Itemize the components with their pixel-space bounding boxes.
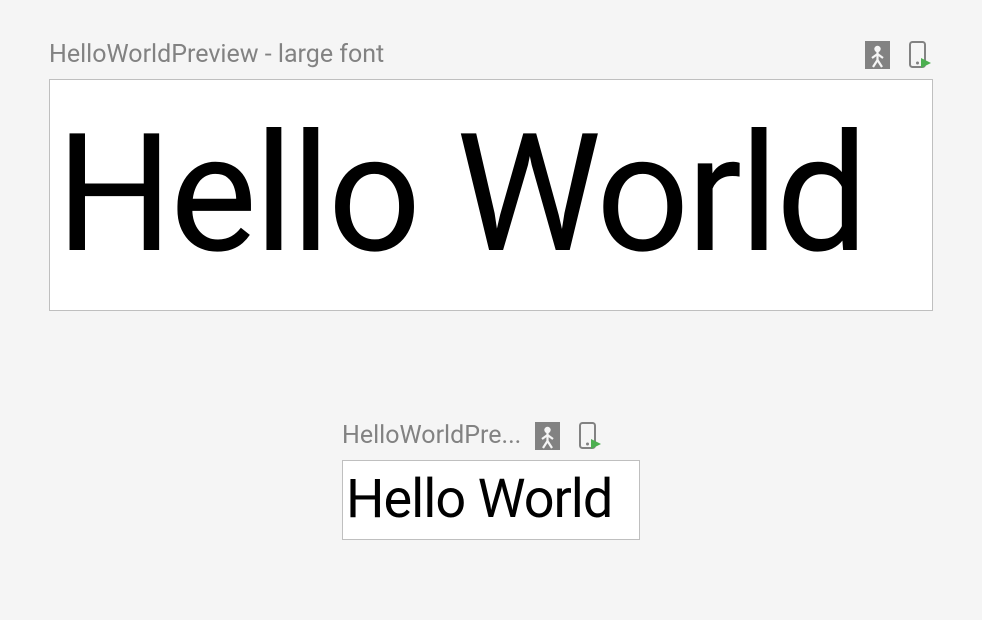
preview-header-large: HelloWorldPreview - large font bbox=[49, 40, 933, 69]
preview-content-large: Hello World bbox=[56, 113, 865, 277]
preview-frame-small: Hello World bbox=[342, 460, 640, 540]
preview-actions-large bbox=[865, 41, 933, 69]
preview-title-small: HelloWorldPre... bbox=[342, 421, 521, 450]
preview-header-small: HelloWorldPre... bbox=[342, 421, 640, 450]
preview-block-large: HelloWorldPreview - large font bbox=[49, 40, 933, 311]
preview-frame-large: Hello World bbox=[49, 79, 933, 311]
preview-content-small: Hello World bbox=[346, 473, 612, 527]
preview-actions-small bbox=[535, 422, 603, 450]
preview-block-small: HelloWorldPre... bbox=[342, 421, 640, 540]
interactive-preview-icon[interactable] bbox=[535, 422, 560, 450]
interactive-preview-icon[interactable] bbox=[865, 41, 890, 69]
run-on-device-icon[interactable] bbox=[578, 422, 603, 450]
run-on-device-icon[interactable] bbox=[908, 41, 933, 69]
preview-title-large: HelloWorldPreview - large font bbox=[49, 40, 384, 69]
